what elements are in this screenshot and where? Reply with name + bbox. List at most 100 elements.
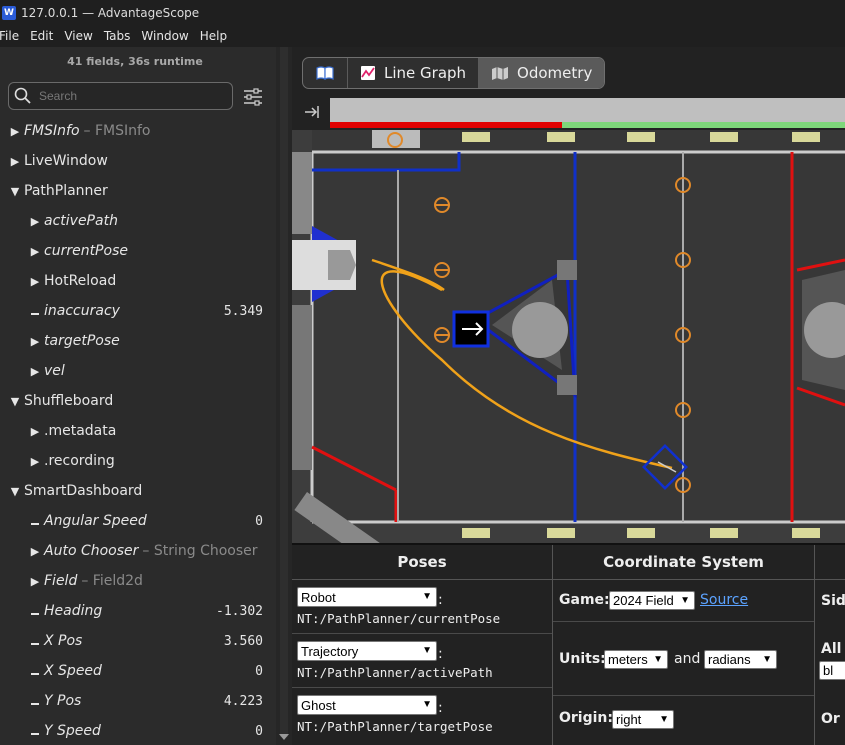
timeline-disabled-bar: [330, 122, 562, 128]
timeline[interactable]: [330, 98, 845, 128]
tree-item-label: SmartDashboard: [24, 483, 143, 499]
angle-units-select[interactable]: radians ▼: [704, 650, 777, 669]
expand-arrow-icon[interactable]: ▶: [29, 365, 41, 378]
game-row: Game: 2024 Field ▼ Source: [553, 580, 814, 622]
tree-item-label: X Pos: [44, 633, 83, 649]
search-input[interactable]: [39, 89, 219, 103]
distance-units-select[interactable]: meters ▼: [604, 650, 668, 669]
scroll-down-icon[interactable]: [279, 734, 289, 740]
tree-item[interactable]: ▶ activePath: [0, 206, 276, 236]
tree-item[interactable]: ▼ Shuffleboard: [0, 386, 276, 416]
tree-item-label: Field: [44, 573, 78, 589]
tree-item-label: X Speed: [44, 663, 102, 679]
tab-odometry-label: Odometry: [517, 64, 593, 82]
tree-item-label: PathPlanner: [24, 183, 108, 199]
tree-item-label: HotReload: [44, 273, 117, 289]
tree-item[interactable]: Y Speed 0: [0, 716, 276, 745]
tree-item-value: 4.223: [223, 693, 263, 709]
tab-documentation[interactable]: [303, 58, 348, 88]
side-label: Sid: [821, 593, 845, 609]
game-label: Game:: [559, 592, 610, 608]
menu-edit[interactable]: Edit: [25, 29, 59, 43]
tree-item[interactable]: ▶ LiveWindow: [0, 146, 276, 176]
pose-field-path[interactable]: NT:/PathPlanner/activePath: [297, 665, 493, 680]
tree-item[interactable]: Angular Speed 0: [0, 506, 276, 536]
expand-arrow-icon[interactable]: ▶: [9, 155, 21, 168]
tree-item[interactable]: ▶ .metadata: [0, 416, 276, 446]
menu-help[interactable]: Help: [195, 29, 233, 43]
tree-item-label: .metadata: [44, 423, 117, 439]
tree-item[interactable]: ▶ Auto Chooser – String Chooser: [0, 536, 276, 566]
tab-odometry[interactable]: Odometry: [479, 58, 605, 88]
source-link[interactable]: Source: [700, 592, 748, 608]
game-select[interactable]: 2024 Field ▼: [609, 591, 695, 610]
tree-item[interactable]: ▼ SmartDashboard: [0, 476, 276, 506]
odometry-field-view[interactable]: [292, 130, 845, 543]
tree-item[interactable]: ▶ .recording: [0, 446, 276, 476]
chevron-down-icon: ▼: [659, 714, 669, 725]
tree-item[interactable]: inaccuracy 5.349: [0, 296, 276, 326]
alliance-value: bl: [823, 663, 834, 678]
tree-item[interactable]: Y Pos 4.223: [0, 686, 276, 716]
tree-item[interactable]: X Pos 3.560: [0, 626, 276, 656]
tree-item[interactable]: ▶ Field – Field2d: [0, 566, 276, 596]
expand-arrow-icon[interactable]: ▶: [29, 245, 41, 258]
tree-item-label: targetPose: [44, 333, 120, 349]
search-box[interactable]: [8, 82, 233, 110]
right-column: Sid All bl Or: [815, 545, 845, 745]
origin-label: Origin:: [559, 710, 613, 726]
pose-field-path[interactable]: NT:/PathPlanner/targetPose: [297, 719, 493, 734]
expand-arrow-icon[interactable]: ▶: [29, 335, 41, 348]
menu-view[interactable]: View: [59, 29, 98, 43]
collapse-arrow-icon[interactable]: ▼: [9, 185, 21, 198]
angle-units-value: radians: [708, 652, 751, 667]
expand-arrow-icon[interactable]: ▶: [29, 455, 41, 468]
collapse-arrow-icon[interactable]: ▼: [9, 485, 21, 498]
leaf-dash-icon: [29, 305, 41, 318]
pose-type-select[interactable]: Ghost ▼: [297, 695, 437, 715]
collapse-arrow-icon[interactable]: ▼: [9, 395, 21, 408]
origin-select[interactable]: right ▼: [612, 710, 674, 729]
pose-type-select[interactable]: Trajectory ▼: [297, 641, 437, 661]
pose-field-path[interactable]: NT:/PathPlanner/currentPose: [297, 611, 500, 626]
tab-line-graph[interactable]: Line Graph: [348, 58, 480, 88]
tree-item[interactable]: X Speed 0: [0, 656, 276, 686]
tree-item[interactable]: ▶ FMSInfo – FMSInfo: [0, 116, 276, 146]
right-column-header: [815, 545, 845, 580]
collapse-sidebar-icon[interactable]: [303, 103, 321, 121]
chevron-down-icon: ▼: [422, 591, 432, 602]
menu-bar: File Edit View Tabs Window Help: [0, 25, 845, 47]
tree-item[interactable]: ▼ PathPlanner: [0, 176, 276, 206]
timeline-enabled-bar: [561, 122, 845, 128]
scrollbar-thumb[interactable]: [280, 47, 288, 737]
menu-file[interactable]: File: [0, 29, 25, 43]
line-graph-icon: [361, 66, 375, 80]
chevron-down-icon: ▼: [680, 595, 690, 606]
expand-arrow-icon[interactable]: ▶: [29, 425, 41, 438]
expand-arrow-icon[interactable]: ▶: [29, 575, 41, 588]
field-canvas[interactable]: [292, 130, 845, 543]
alliance-select[interactable]: bl: [819, 661, 845, 680]
tree-item[interactable]: ▶ currentPose: [0, 236, 276, 266]
pose-type-select[interactable]: Robot ▼: [297, 587, 437, 607]
tree-item-label: inaccuracy: [44, 303, 120, 319]
filter-settings-icon[interactable]: [242, 86, 264, 108]
expand-arrow-icon[interactable]: ▶: [29, 275, 41, 288]
menu-window[interactable]: Window: [136, 29, 194, 43]
tree-item[interactable]: ▶ vel: [0, 356, 276, 386]
search-icon: [14, 87, 31, 104]
tree-item[interactable]: ▶ targetPose: [0, 326, 276, 356]
title-bar: W 127.0.0.1 — AdvantageScope: [0, 0, 845, 25]
menu-tabs[interactable]: Tabs: [99, 29, 137, 43]
expand-arrow-icon[interactable]: ▶: [29, 545, 41, 558]
sidebar: 41 fields, 36s runtime ▶FMSInfo– FMSInfo…: [0, 47, 276, 745]
sidebar-scrollbar[interactable]: [276, 47, 292, 745]
expand-arrow-icon[interactable]: ▶: [29, 215, 41, 228]
tree-item-label: Angular Speed: [44, 513, 147, 529]
pose-row: Ghost ▼ : NT:/PathPlanner/targetPose: [292, 688, 552, 742]
tree-item[interactable]: Heading -1.302: [0, 596, 276, 626]
expand-arrow-icon[interactable]: ▶: [9, 125, 21, 138]
tree-item-label: .recording: [44, 453, 115, 469]
tree-item[interactable]: ▶ HotReload: [0, 266, 276, 296]
tree-item-label: FMSInfo: [24, 123, 80, 139]
